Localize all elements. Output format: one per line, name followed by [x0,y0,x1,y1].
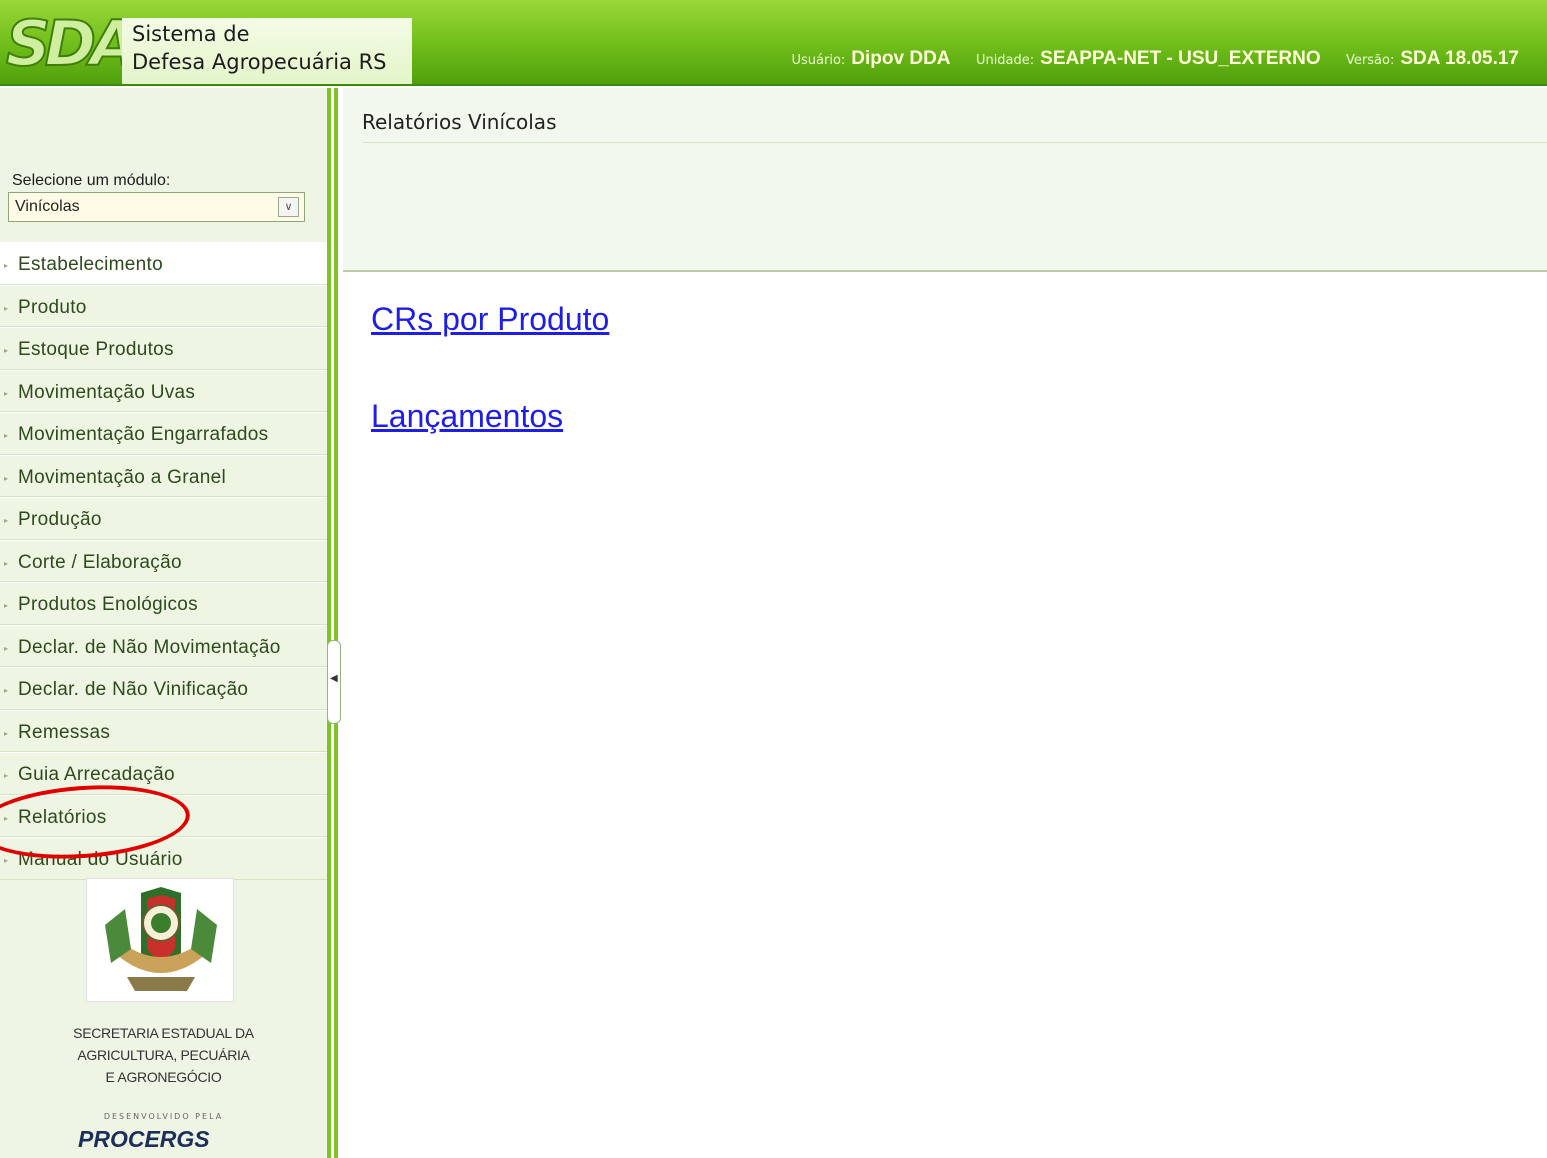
sidebar-item-movimentacao-granel[interactable]: ▸ Movimentação a Granel [0,454,327,497]
sidebar-item-label: Estabelecimento [18,254,163,275]
user-value: Dipov DDA [851,48,951,69]
sidebar-item-movimentacao-uvas[interactable]: ▸ Movimentação Uvas [0,369,327,412]
bullet-icon: ▸ [4,643,9,653]
sidebar-menu: ▸ Estabelecimento ▸ Produto ▸ Estoque Produ… [0,242,327,880]
system-name-line1: Sistema de [132,22,250,46]
developed-by-label: DESENVOLVIDO PELA [103,1112,224,1121]
bullet-icon: ▸ [4,856,9,865]
user-label: Usuário: [791,53,846,68]
chevron-down-icon[interactable]: ∨ [278,197,299,217]
chevron-left-icon: ◀ [330,673,338,684]
sidebar: Selecione um módulo: Vinícolas ∨ ▸ Estabe… [0,88,327,1158]
unit-value: SEAPPA-NET - USU_EXTERNO [1040,48,1321,69]
bullet-icon: ▸ [4,558,9,568]
bullet-icon: ▸ [4,388,9,398]
sidebar-item-estabelecimento[interactable]: ▸ Estabelecimento [0,242,327,285]
collapse-sidebar-button[interactable]: ◀ [327,640,341,724]
sidebar-item-estoque-produtos[interactable]: ▸ Estoque Produtos [0,327,327,370]
sidebar-item-label: Produto [18,296,87,318]
bullet-icon: ▸ [4,728,9,738]
state-coat-of-arms [86,878,234,1002]
sidebar-item-label: Corte / Elaboração [18,551,182,573]
module-select[interactable]: Vinícolas ∨ [8,192,305,222]
bullet-icon: ▸ [4,771,9,780]
sidebar-item-label: Produção [18,509,102,530]
bullet-icon: ▸ [4,346,9,355]
sidebar-item-label: Produtos Enológicos [18,594,198,615]
link-lancamentos[interactable]: Lançamentos [371,398,563,435]
title-divider [362,142,1547,143]
bullet-icon: ▸ [4,601,9,610]
module-select-label: Selecione um módulo: [12,172,171,189]
version-value: SDA 18.05.17 [1400,48,1519,69]
link-crs-por-produto[interactable]: CRs por Produto [371,301,609,338]
sidebar-item-label: Declar. de Não Vinificação [18,679,249,700]
bullet-icon: ▸ [4,516,9,525]
sidebar-item-label: Movimentação a Granel [18,466,227,488]
splitter-bar-left [327,88,331,1158]
procergs-logo: PROCERGS [78,1126,210,1152]
panel-splitter[interactable] [327,88,341,1158]
bullet-icon: ▸ [4,473,9,483]
session-info: Usuário: Dipov DDA Unidade: SEAPPA-NET - U… [772,48,1520,70]
secretaria-line3: E AGRONEGÓCIO [105,1069,222,1085]
sidebar-item-label: Remessas [18,721,111,743]
title-area: Relatórios Vinícolas [343,88,1547,272]
sidebar-item-producao[interactable]: ▸ Produção [0,497,327,540]
logo-text: SDA [5,7,139,81]
secretaria-line2: AGRICULTURA, PECUÁRIA [77,1047,250,1063]
sidebar-item-label: Movimentação Uvas [18,381,196,403]
sidebar-item-label: Movimentação Engarrafados [18,424,269,445]
sidebar-item-label: Declar. de Não Movimentação [18,636,281,658]
sidebar-item-label: Guia Arrecadação [18,764,175,785]
sidebar-item-label: Estoque Produtos [18,339,174,360]
sidebar-item-remessas[interactable]: ▸ Remessas [0,709,327,752]
splitter-bar-right [334,88,338,1158]
sda-logo: SDA [5,7,139,81]
coat-of-arms-icon [105,887,217,991]
module-select-value: Vinícolas [15,198,80,215]
version-label: Versão: [1346,53,1395,68]
sidebar-item-declar-nao-movimentacao[interactable]: ▸ Declar. de Não Movimentação [0,624,327,667]
sidebar-item-produto[interactable]: ▸ Produto [0,284,327,327]
sidebar-item-movimentacao-engarrafados[interactable]: ▸ Movimentação Engarrafados [0,412,327,455]
unit-label: Unidade: [975,53,1035,68]
sidebar-item-declar-nao-vinificacao[interactable]: ▸ Declar. de Não Vinificação [0,667,327,710]
sidebar-item-corte-elaboracao[interactable]: ▸ Corte / Elaboração [0,539,327,582]
bullet-icon: ▸ [4,303,9,313]
sidebar-item-produtos-enologicos[interactable]: ▸ Produtos Enológicos [0,582,327,625]
main-content: Relatórios Vinícolas CRs por Produto Lan… [343,88,1547,1158]
app-header: SDA Sistema de Defesa Agropecuária RS Us… [0,0,1547,86]
sidebar-item-guia-arrecadacao[interactable]: ▸ Guia Arrecadação [0,752,327,795]
page-title: Relatórios Vinícolas [362,110,557,134]
secretaria-line1: SECRETARIA ESTADUAL DA [73,1025,254,1041]
system-name-line2: Defesa Agropecuária RS [132,50,387,74]
bullet-icon: ▸ [4,261,9,270]
bullet-icon: ▸ [4,431,9,440]
bullet-icon: ▸ [4,686,9,695]
